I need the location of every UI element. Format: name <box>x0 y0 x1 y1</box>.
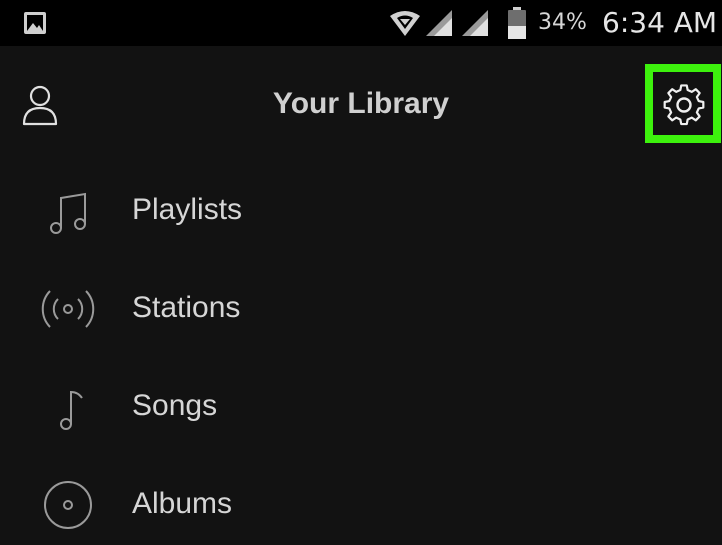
gallery-icon <box>24 12 46 34</box>
list-item-label: Albums <box>132 487 233 520</box>
signal-icon <box>462 10 488 36</box>
library-header: Your Library <box>0 46 722 164</box>
gear-icon[interactable] <box>659 84 709 126</box>
list-item-albums[interactable]: Albums <box>0 454 722 545</box>
status-bar: 34% 6:34 AM <box>0 0 722 46</box>
battery-icon <box>508 7 526 39</box>
list-item-label: Songs <box>132 389 218 422</box>
page-title: Your Library <box>272 87 450 120</box>
wifi-icon <box>390 11 420 36</box>
radio-waves-icon <box>41 290 95 328</box>
list-item-songs[interactable]: Songs <box>0 356 722 454</box>
battery-percentage: 34% <box>538 10 587 35</box>
album-disc-icon <box>44 481 92 529</box>
list-item-label: Stations <box>132 291 241 324</box>
list-item-label: Playlists <box>132 193 243 226</box>
signal-icon <box>426 10 452 36</box>
music-note-icon <box>60 390 83 430</box>
status-time: 6:34 AM <box>602 6 718 39</box>
list-item-playlists[interactable]: Playlists <box>0 160 722 258</box>
list-item-stations[interactable]: Stations <box>0 258 722 356</box>
music-notes-icon <box>50 192 86 234</box>
spotify-library-screen: 34% 6:34 AM Your Library Playlists Stati… <box>0 0 722 545</box>
